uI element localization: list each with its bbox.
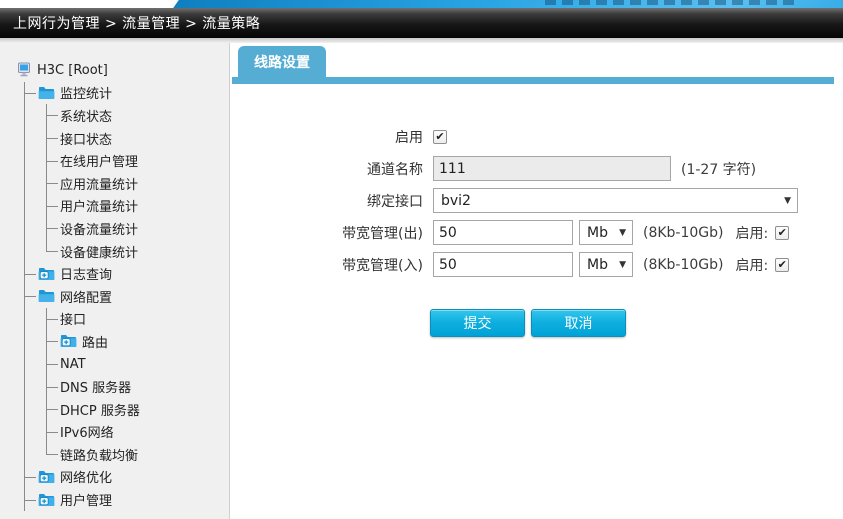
sidebar-item-label[interactable]: 监控统计 bbox=[60, 83, 112, 102]
bandwidth-in-input[interactable] bbox=[433, 252, 573, 277]
sidebar-item[interactable]: 链路负载均衡 bbox=[60, 443, 229, 466]
sidebar-item-label[interactable]: H3C [Root] bbox=[37, 63, 108, 78]
sidebar-item[interactable]: 设备健康统计 bbox=[60, 240, 229, 263]
bandwidth-in-range-hint: (8Kb-10Gb) bbox=[643, 256, 724, 273]
sidebar-item-label[interactable]: 接口状态 bbox=[60, 129, 112, 148]
bandwidth-in-label: 带宽管理(入) bbox=[342, 257, 423, 274]
sidebar-item-label[interactable]: 路由 bbox=[82, 332, 108, 351]
sidebar-item[interactable]: 应用流量统计 bbox=[60, 172, 229, 195]
sidebar-nav: H3C [Root] 监控统计系统状态接口状态在线用户管理 应用流量统计 用户流量统计… bbox=[0, 43, 230, 519]
sidebar-item-label[interactable]: DHCP 服务器 bbox=[60, 400, 140, 419]
sidebar-item[interactable]: 监控统计 bbox=[38, 82, 229, 105]
bandwidth-out-range-hint: (8Kb-10Gb) bbox=[643, 224, 724, 241]
chevron-down-icon: ▼ bbox=[619, 227, 626, 238]
tab-underline-bar bbox=[232, 77, 834, 84]
sidebar-item[interactable]: 日志查询 bbox=[38, 262, 229, 285]
breadcrumb: 上网行为管理 > 流量管理 > 流量策略 bbox=[13, 16, 261, 32]
bind-interface-label: 绑定接口 bbox=[367, 193, 423, 210]
folder-open-icon[interactable] bbox=[38, 289, 55, 303]
top-banner bbox=[0, 0, 843, 8]
bandwidth-out-enable-checkbox[interactable]: ✔ bbox=[775, 225, 790, 240]
sidebar-item[interactable]: 网络优化 bbox=[38, 466, 229, 489]
channel-name-label: 通道名称 bbox=[367, 161, 423, 178]
sidebar-item-label[interactable]: DNS 服务器 bbox=[60, 377, 131, 396]
cancel-button[interactable]: 取消 bbox=[531, 309, 626, 337]
enable-row: 启用 ✔ bbox=[230, 123, 843, 150]
bandwidth-in-unit-value: Mb bbox=[587, 256, 608, 273]
form-actions: 提交 取消 bbox=[430, 309, 843, 337]
sidebar-item-label[interactable]: 用户流量统计 bbox=[60, 196, 138, 215]
sidebar-item[interactable]: 在线用户管理 bbox=[60, 149, 229, 172]
sidebar-item-label[interactable]: 设备流量统计 bbox=[60, 219, 138, 238]
sidebar-root-item[interactable]: H3C [Root] bbox=[16, 59, 229, 82]
bind-interface-row: 绑定接口 bvi2 ▼ bbox=[230, 187, 843, 214]
bandwidth-out-enable-label: 启用: bbox=[735, 225, 769, 242]
bandwidth-out-unit-select[interactable]: Mb ▼ bbox=[579, 220, 633, 245]
sidebar-item-label[interactable]: 链路负载均衡 bbox=[60, 445, 138, 464]
sidebar-item-label[interactable]: 应用流量统计 bbox=[60, 174, 138, 193]
bandwidth-in-unit-select[interactable]: Mb ▼ bbox=[579, 252, 633, 277]
chevron-down-icon: ▼ bbox=[619, 259, 626, 270]
bandwidth-out-row: 带宽管理(出) Mb ▼ (8Kb-10Gb) 启用: ✔ bbox=[230, 219, 843, 246]
bandwidth-in-enable-checkbox[interactable]: ✔ bbox=[775, 257, 790, 272]
tab-line-settings[interactable]: 线路设置 bbox=[238, 46, 326, 77]
sidebar-item[interactable]: 接口状态 bbox=[60, 127, 229, 150]
channel-name-row: 通道名称 (1-27 字符) bbox=[230, 155, 843, 182]
folder-plus-icon[interactable] bbox=[38, 267, 55, 281]
sidebar-item[interactable]: IPv6网络 bbox=[60, 421, 229, 444]
bandwidth-out-label: 带宽管理(出) bbox=[342, 225, 423, 242]
submit-button[interactable]: 提交 bbox=[430, 309, 525, 337]
sidebar-item-label[interactable]: 网络优化 bbox=[60, 467, 112, 486]
sidebar-item[interactable]: 接口 bbox=[60, 308, 229, 331]
sidebar-item-label[interactable]: IPv6网络 bbox=[60, 422, 114, 441]
bandwidth-in-row: 带宽管理(入) Mb ▼ (8Kb-10Gb) 启用: ✔ bbox=[230, 251, 843, 278]
sidebar-item[interactable]: DHCP 服务器 bbox=[60, 398, 229, 421]
channel-name-hint: (1-27 字符) bbox=[681, 161, 757, 178]
enable-label: 启用 bbox=[395, 129, 423, 146]
folder-plus-icon[interactable] bbox=[38, 470, 55, 484]
bandwidth-out-unit-value: Mb bbox=[587, 224, 608, 241]
sidebar-item-label[interactable]: 用户管理 bbox=[60, 490, 112, 509]
sidebar-item-label[interactable]: 设备健康统计 bbox=[60, 242, 138, 261]
line-settings-form: 启用 ✔ 通道名称 (1-27 字符) 绑定接口 bvi2 ▼ bbox=[230, 123, 843, 337]
enable-checkbox[interactable]: ✔ bbox=[433, 129, 447, 144]
bandwidth-out-input[interactable] bbox=[433, 220, 573, 245]
folder-open-icon[interactable] bbox=[38, 86, 55, 100]
sidebar-item[interactable]: 用户流量统计 bbox=[60, 195, 229, 218]
sidebar-item-label[interactable]: 接口 bbox=[60, 309, 86, 328]
computer-icon bbox=[16, 62, 32, 78]
sidebar-item[interactable]: NAT bbox=[60, 353, 229, 376]
sidebar-item[interactable]: DNS 服务器 bbox=[60, 375, 229, 398]
main-content: 线路设置 启用 ✔ 通道名称 (1-27 字符) 绑定接口 bbox=[230, 43, 843, 519]
banner-logo-fragment bbox=[545, 0, 795, 5]
nav-tree: H3C [Root] 监控统计系统状态接口状态在线用户管理 应用流量统计 用户流量统计… bbox=[16, 59, 229, 511]
sidebar-item-label[interactable]: 日志查询 bbox=[60, 264, 112, 283]
bandwidth-in-enable-label: 启用: bbox=[735, 257, 769, 274]
sidebar-item-label[interactable]: 网络配置 bbox=[60, 287, 112, 306]
folder-plus-icon[interactable] bbox=[60, 334, 77, 348]
sidebar-item[interactable]: 设备流量统计 bbox=[60, 217, 229, 240]
breadcrumb-bar: 上网行为管理 > 流量管理 > 流量策略 bbox=[0, 8, 843, 38]
folder-plus-icon[interactable] bbox=[38, 493, 55, 507]
sidebar-item-label[interactable]: NAT bbox=[60, 357, 86, 372]
sidebar-item[interactable]: 网络配置 bbox=[38, 285, 229, 308]
channel-name-input[interactable] bbox=[433, 156, 671, 181]
sidebar-item[interactable]: 用户管理 bbox=[38, 488, 229, 511]
sidebar-item[interactable]: 系统状态 bbox=[60, 104, 229, 127]
bind-interface-value: bvi2 bbox=[441, 192, 471, 209]
chevron-down-icon: ▼ bbox=[784, 195, 791, 206]
sidebar-item[interactable]: 路由 bbox=[60, 330, 229, 353]
bind-interface-select[interactable]: bvi2 ▼ bbox=[433, 188, 798, 213]
sidebar-item-label[interactable]: 系统状态 bbox=[60, 106, 112, 125]
sidebar-item-label[interactable]: 在线用户管理 bbox=[60, 151, 138, 170]
